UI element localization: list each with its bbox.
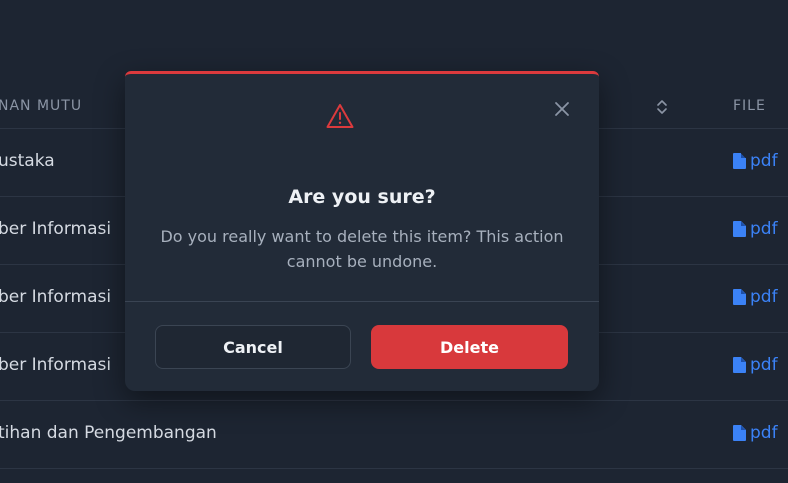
sort-icon[interactable] (656, 99, 668, 115)
pdf-link-label[interactable]: pdf (750, 219, 778, 239)
pdf-link-label[interactable]: pdf (750, 151, 778, 171)
column-header-mutu[interactable]: NAN MUTU (0, 98, 82, 114)
file-icon (733, 357, 746, 373)
row-title: ustaka (0, 151, 55, 171)
pdf-link[interactable]: pdf (733, 355, 778, 375)
pdf-link-label[interactable]: pdf (750, 355, 778, 375)
pdf-link[interactable]: pdf (733, 287, 778, 307)
file-icon (733, 153, 746, 169)
page: NAN MUTU FILE ustaka pdf ber Informasi p… (0, 0, 788, 483)
row-title: tihan dan Pengembangan (0, 423, 217, 443)
modal-divider (125, 301, 599, 302)
file-icon (733, 425, 746, 441)
close-icon[interactable] (553, 100, 571, 118)
pdf-link-label[interactable]: pdf (750, 287, 778, 307)
modal-title: Are you sure? (288, 186, 436, 208)
modal-message: Do you really want to delete this item? … (160, 227, 564, 271)
row-title: ber Informasi (0, 219, 112, 239)
cancel-button[interactable]: Cancel (155, 325, 351, 369)
pdf-link[interactable]: pdf (733, 151, 778, 171)
table-row: tihan dan Pengembangan pdf (0, 401, 788, 469)
pdf-link[interactable]: pdf (733, 423, 778, 443)
file-icon (733, 221, 746, 237)
row-title: ber Informasi (0, 287, 112, 307)
delete-button[interactable]: Delete (371, 325, 568, 369)
file-icon (733, 289, 746, 305)
column-header-file[interactable]: FILE (733, 98, 766, 114)
warning-triangle-icon (326, 104, 354, 128)
delete-confirm-modal: Are you sure? Do you really want to dele… (125, 71, 599, 391)
pdf-link-label[interactable]: pdf (750, 423, 778, 443)
row-title: ber Informasi (0, 355, 112, 375)
pdf-link[interactable]: pdf (733, 219, 778, 239)
